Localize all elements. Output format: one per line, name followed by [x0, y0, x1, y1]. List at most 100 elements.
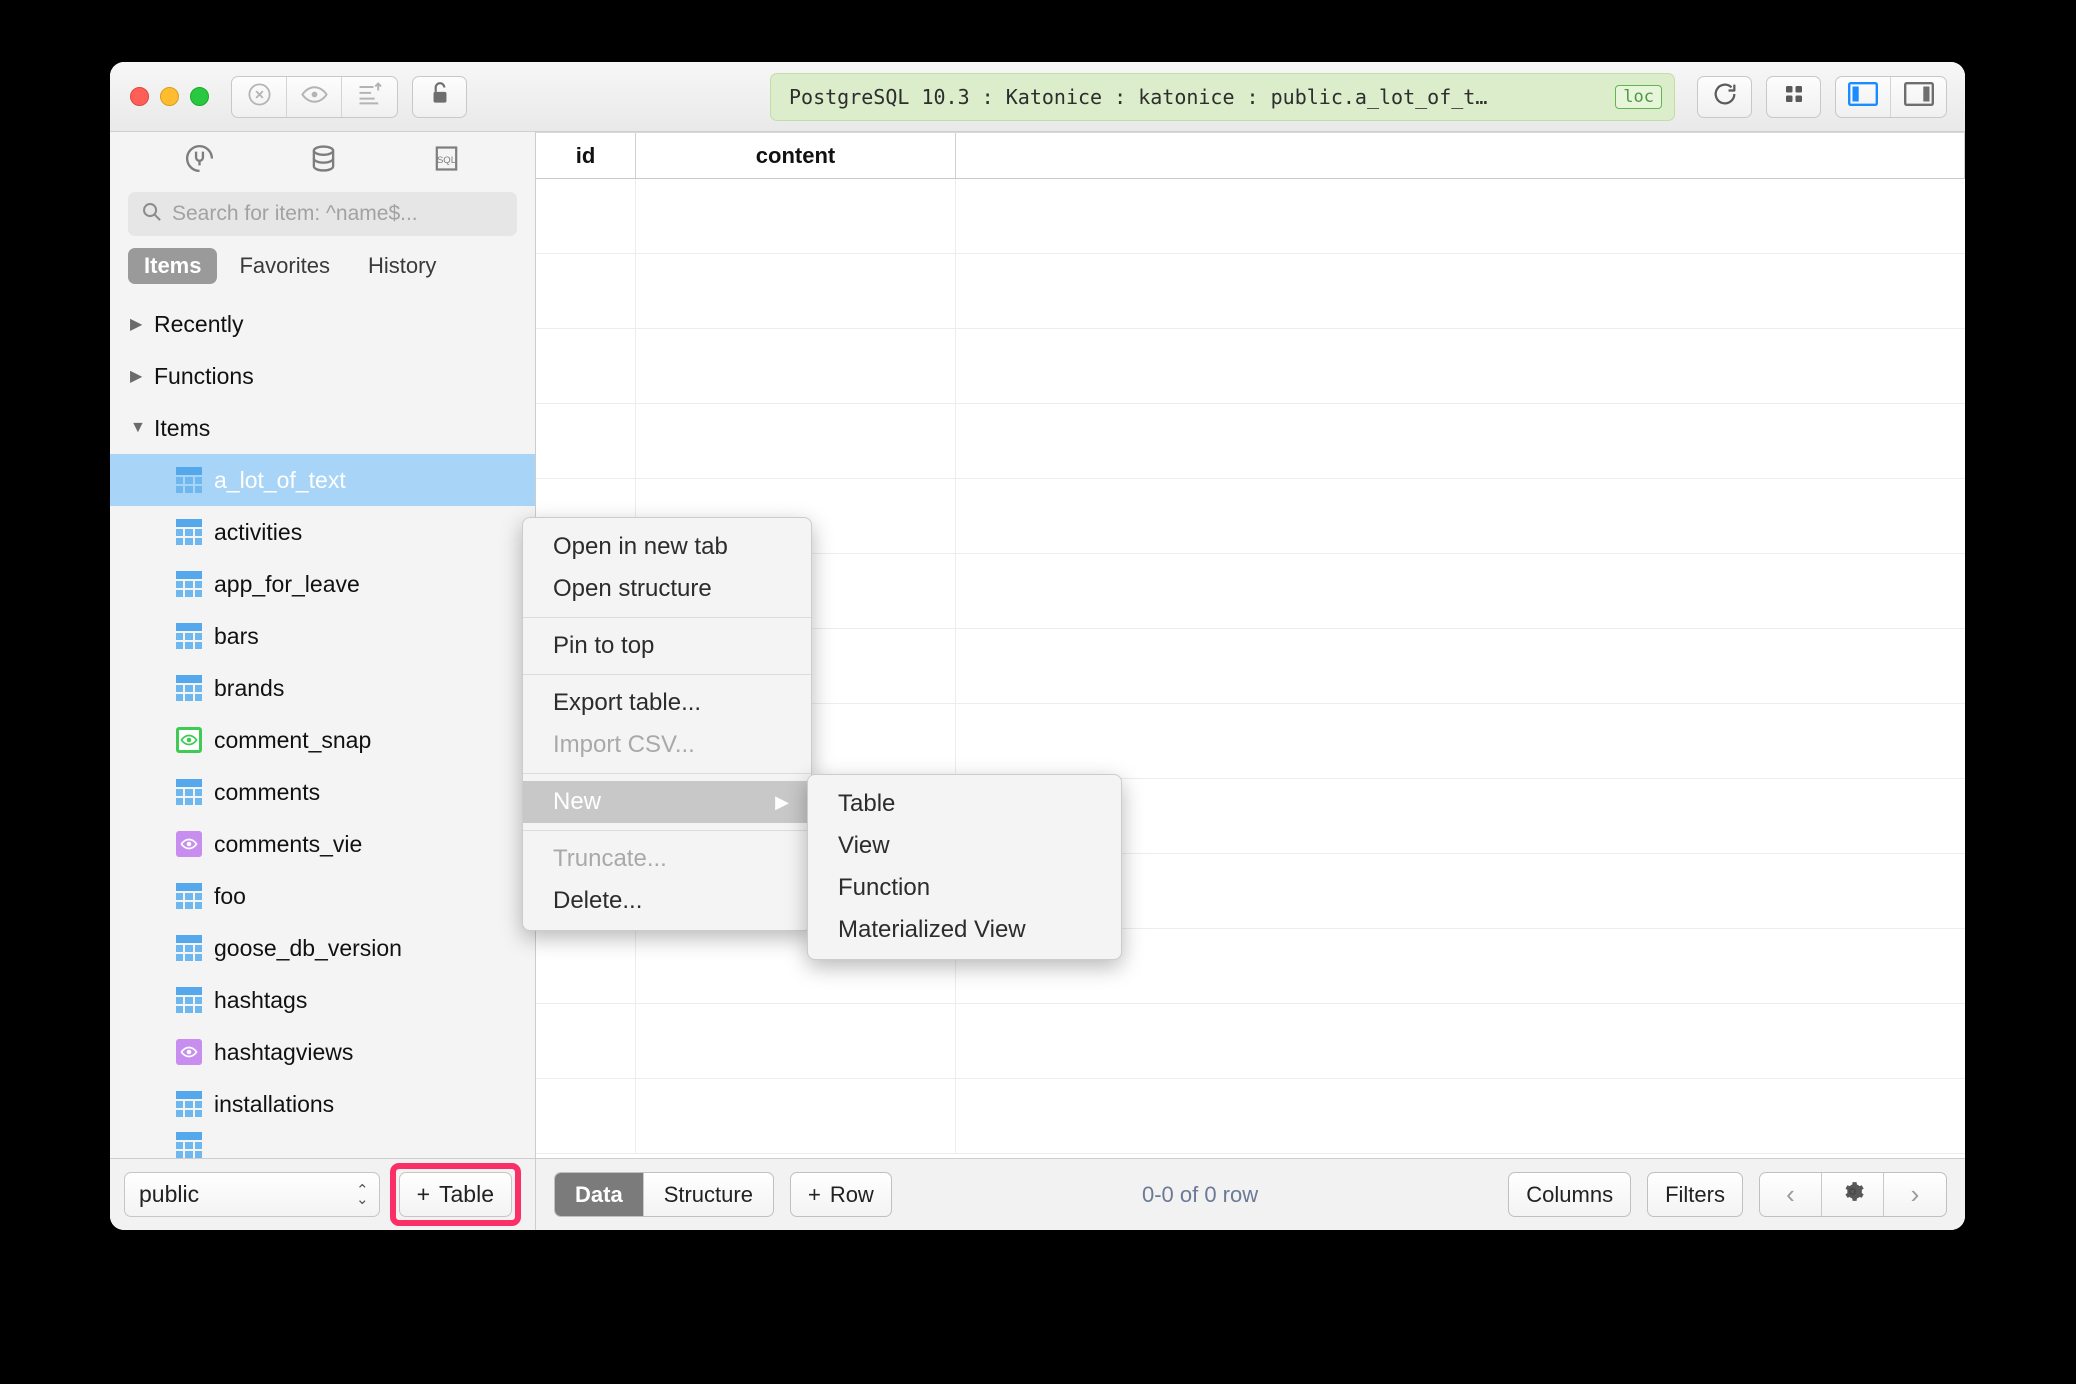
- grid-view-button[interactable]: [1766, 75, 1821, 118]
- menu-item-open-structure[interactable]: Open structure: [523, 568, 811, 610]
- table-row[interactable]: [536, 329, 1965, 404]
- menu-item-delete[interactable]: Delete...: [523, 880, 811, 922]
- chevron-right-icon: ▶: [130, 368, 143, 385]
- table-icon: [176, 987, 202, 1013]
- tree-group-recently[interactable]: ▶ Recently: [110, 298, 535, 350]
- preview-button[interactable]: [287, 76, 342, 117]
- menu-item-truncate: Truncate...: [553, 845, 667, 872]
- grid-view-icon: [1782, 82, 1806, 111]
- table-row[interactable]: [536, 1079, 1965, 1154]
- menu-separator: [523, 674, 811, 675]
- tab-items[interactable]: Items: [128, 248, 218, 284]
- grid-header-id[interactable]: id: [536, 133, 636, 178]
- close-window-button[interactable]: [130, 87, 149, 106]
- tree-item-hashtagviews[interactable]: hashtagviews: [110, 1026, 535, 1078]
- tree-item-label: foo: [214, 882, 246, 909]
- table-icon: [176, 1132, 202, 1158]
- minimize-window-button[interactable]: [160, 87, 179, 106]
- grid-settings-button[interactable]: [1822, 1173, 1884, 1216]
- tree-group-items[interactable]: ▼ Items: [110, 402, 535, 454]
- menu-item-new-label: New: [553, 788, 602, 815]
- menu-item-export-table[interactable]: Export table...: [523, 682, 811, 724]
- tree-item-foo[interactable]: foo: [110, 870, 535, 922]
- panel-toggle-group: [1835, 75, 1947, 118]
- svg-text:SQL: SQL: [437, 155, 456, 166]
- sql-query-icon[interactable]: SQL: [431, 143, 462, 179]
- table-row[interactable]: [536, 1004, 1965, 1079]
- submenu-item-view[interactable]: View: [808, 825, 1121, 867]
- tree-item-a_lot_of_text[interactable]: a_lot_of_text: [110, 454, 535, 506]
- tree-item-comments[interactable]: comments: [110, 766, 535, 818]
- refresh-icon: [1711, 80, 1739, 113]
- add-row-button[interactable]: + Row: [789, 1172, 892, 1217]
- sidebar: SQL Search for item: ^name$... Items Fav…: [110, 132, 536, 1230]
- menu-item-new[interactable]: New ▶: [523, 781, 811, 823]
- menu-separator: [523, 617, 811, 618]
- tree-item-label: goose_db_version: [214, 934, 402, 961]
- tree-group-label: Functions: [154, 362, 254, 389]
- tree-item-goose_db_version[interactable]: goose_db_version: [110, 922, 535, 974]
- submenu-item-function[interactable]: Function: [808, 867, 1121, 909]
- next-page-button[interactable]: ›: [1884, 1173, 1946, 1216]
- tree-item-hashtags[interactable]: hashtags: [110, 974, 535, 1026]
- tab-structure[interactable]: Structure: [644, 1173, 773, 1216]
- context-menu: Open in new tab Open structure Pin to to…: [522, 517, 812, 931]
- submenu-arrow-icon: ▶: [775, 791, 789, 812]
- titlebar-action-group: [231, 75, 398, 118]
- tree-item-comments_view[interactable]: comments_vie: [110, 818, 535, 870]
- table-row[interactable]: [536, 404, 1965, 479]
- table-icon: [176, 467, 202, 493]
- lock-button[interactable]: [412, 75, 467, 118]
- stepper-updown-icon: ⌃ ⌄: [356, 1181, 369, 1208]
- grid-header-content[interactable]: content: [636, 133, 956, 178]
- tree-item-label: hashtags: [214, 986, 308, 1013]
- menu-item-pin-to-top[interactable]: Pin to top: [523, 625, 811, 667]
- menu-item-open-in-new-tab[interactable]: Open in new tab: [523, 526, 811, 568]
- connections-plug-icon[interactable]: [183, 142, 216, 180]
- connection-path-bar[interactable]: PostgreSQL 10.3 : Katonice : katonice : …: [770, 72, 1675, 121]
- sort-ascending-icon: [356, 80, 384, 113]
- tab-history[interactable]: History: [352, 248, 452, 284]
- maximize-window-button[interactable]: [190, 87, 209, 106]
- tree-item-label: comments: [214, 778, 321, 805]
- search-input[interactable]: Search for item: ^name$...: [128, 192, 517, 236]
- stop-query-button[interactable]: [232, 76, 287, 117]
- view-icon: [176, 831, 202, 857]
- tree-item-comment_snap[interactable]: comment_snap: [110, 714, 535, 766]
- tree-item-brands[interactable]: brands: [110, 662, 535, 714]
- tree-item-activities[interactable]: activities: [110, 506, 535, 558]
- tree-item-app_for_leave[interactable]: app_for_leave: [110, 558, 535, 610]
- plus-icon: +: [416, 1181, 431, 1207]
- table-row[interactable]: [536, 929, 1965, 1004]
- menu-separator: [523, 773, 811, 774]
- submenu-item-table[interactable]: Table: [808, 783, 1121, 825]
- table-row[interactable]: [536, 254, 1965, 329]
- columns-button[interactable]: Columns: [1508, 1172, 1632, 1217]
- submenu-item-materialized-view[interactable]: Materialized View: [808, 909, 1121, 951]
- tree-item-installations[interactable]: installations: [110, 1078, 535, 1130]
- toggle-right-sidebar-button[interactable]: [1891, 77, 1946, 117]
- table-row[interactable]: [536, 179, 1965, 254]
- left-sidebar-toggle-icon: [1848, 82, 1879, 111]
- tab-data[interactable]: Data: [555, 1173, 644, 1216]
- plus-icon: +: [807, 1181, 821, 1207]
- tree-item-partial[interactable]: [110, 1130, 535, 1158]
- tab-favorites[interactable]: Favorites: [223, 248, 345, 284]
- tree-item-bars[interactable]: bars: [110, 610, 535, 662]
- prev-page-button[interactable]: ‹: [1760, 1173, 1822, 1216]
- tree-group-label: Items: [154, 414, 211, 441]
- tree-group-functions[interactable]: ▶ Functions: [110, 350, 535, 402]
- toggle-left-sidebar-button[interactable]: [1836, 76, 1891, 117]
- chevron-left-icon: ‹: [1786, 1179, 1795, 1209]
- filters-button[interactable]: Filters: [1647, 1172, 1743, 1217]
- sort-button[interactable]: [342, 77, 397, 117]
- sidebar-icon-bar: SQL: [110, 132, 535, 190]
- window-controls: [130, 87, 209, 106]
- eye-icon: [300, 80, 329, 114]
- refresh-button[interactable]: [1697, 75, 1752, 118]
- database-icon[interactable]: [307, 142, 340, 180]
- schema-select[interactable]: public ⌃ ⌄: [124, 1172, 380, 1217]
- add-table-button[interactable]: + Table: [398, 1172, 512, 1217]
- tree-group-label: Recently: [154, 310, 244, 337]
- table-icon: [176, 883, 202, 909]
